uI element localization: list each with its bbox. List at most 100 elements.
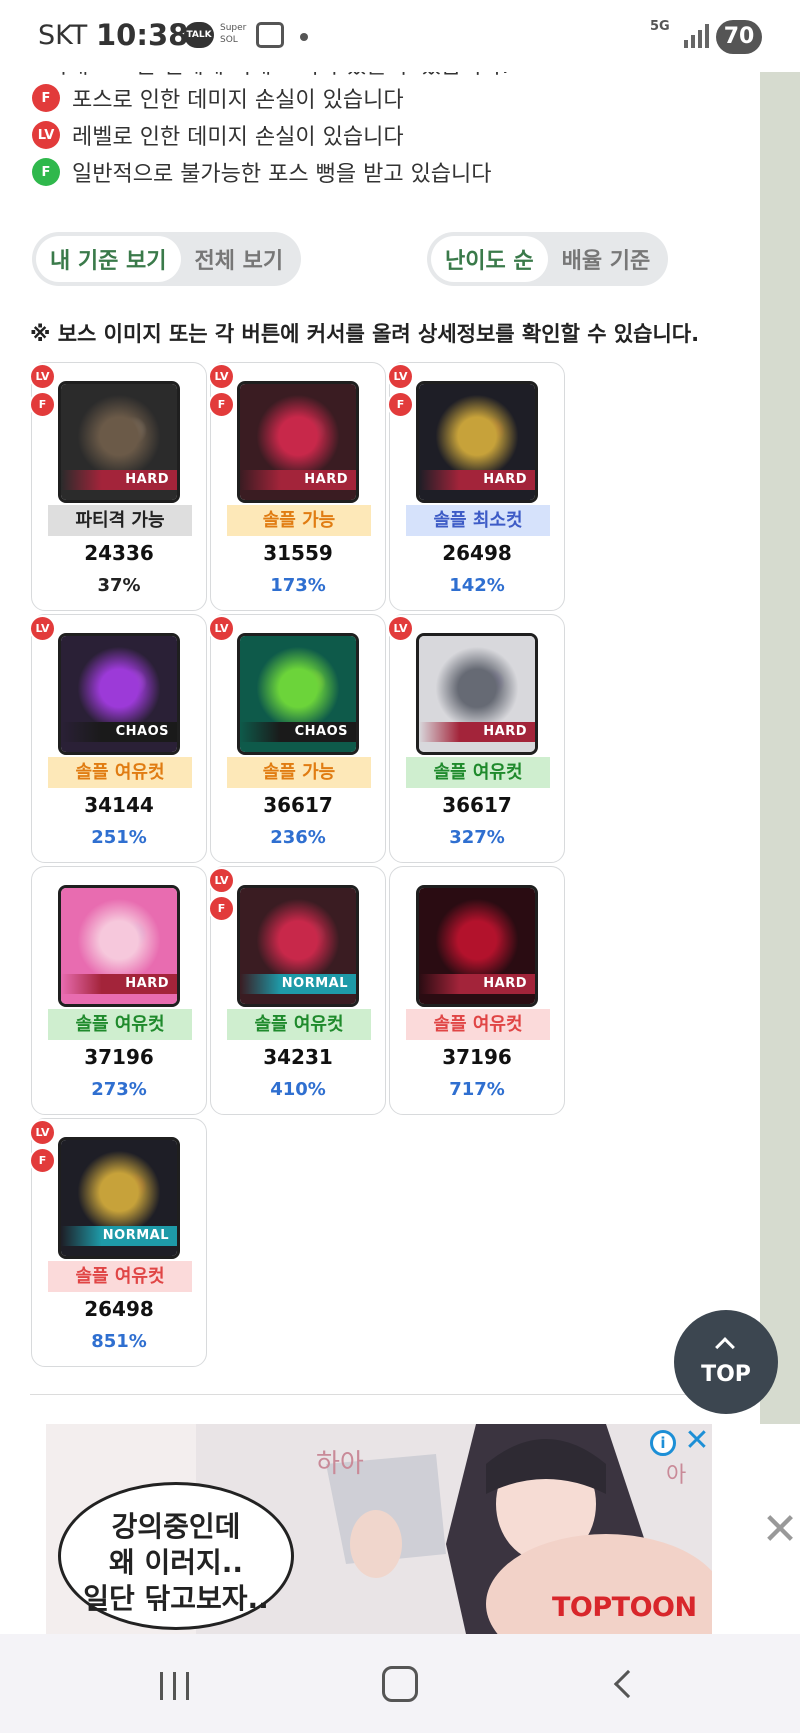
boss-card[interactable]: HARD 솔플 최소컷 26498 142% LV F: [387, 362, 565, 611]
boss-card[interactable]: HARD 솔플 가능 31559 173% LV F: [208, 362, 386, 611]
boss-percent: 142%: [449, 575, 505, 596]
ad-speech-bubble: 강의중인데 왜 이러지.. 일단 닦고보자..: [58, 1482, 294, 1630]
boss-card[interactable]: NORMAL 솔플 여유컷 34231 410% LV F: [208, 866, 386, 1115]
boss-image[interactable]: HARD: [416, 633, 538, 755]
difficulty-label: HARD: [483, 976, 527, 991]
level-penalty-badge-icon: LV: [29, 615, 56, 642]
boss-card[interactable]: HARD 솔플 여유컷 37196 273%: [31, 866, 207, 1115]
force-penalty-badge-icon: F: [208, 391, 235, 418]
level-penalty-badge-icon: LV: [29, 1119, 56, 1146]
my-view-button[interactable]: 내 기준 보기: [36, 236, 181, 282]
notification-dot-icon: [300, 33, 308, 41]
force-badge-icon: F: [32, 84, 60, 112]
legend-item-force-boost: F 일반적으로 불가능한 포스 뻥을 받고 있습니다: [32, 156, 492, 188]
boss-value: 34231: [263, 1045, 333, 1069]
difficulty-label: HARD: [304, 472, 348, 487]
boss-image[interactable]: NORMAL: [58, 1137, 180, 1259]
sort-multiplier-button[interactable]: 배율 기준: [548, 236, 665, 282]
boss-image[interactable]: HARD: [237, 381, 359, 503]
boss-image[interactable]: HARD: [416, 381, 538, 503]
boss-image[interactable]: CHAOS: [237, 633, 359, 755]
legend-text: 포스로 인한 데미지 손실이 있습니다: [72, 88, 404, 113]
boss-percent: 327%: [449, 827, 505, 848]
ad-bubble-line: 일단 닦고보자..: [83, 1582, 269, 1615]
boss-card[interactable]: NORMAL 솔플 여유컷 26498 851% LV F: [29, 1118, 207, 1367]
status-bar: SKT 10:38 TALK Super SOL 5G 70: [0, 0, 800, 72]
boss-image[interactable]: NORMAL: [237, 885, 359, 1007]
clear-status-button[interactable]: 솔플 여유컷: [227, 1009, 371, 1040]
difficulty-label: HARD: [125, 976, 169, 991]
ad-bubble-line: 강의중인데: [111, 1510, 241, 1543]
boss-percent: 173%: [270, 575, 326, 596]
level-penalty-badge-icon: LV: [387, 363, 414, 390]
network-5g-label: 5G: [650, 19, 670, 34]
sort-toggle: 난이도 순 배율 기준: [427, 232, 669, 286]
clear-status-button[interactable]: 솔플 가능: [227, 505, 371, 536]
difficulty-label: HARD: [483, 724, 527, 739]
all-view-button[interactable]: 전체 보기: [181, 236, 298, 282]
force-penalty-badge-icon: F: [387, 391, 414, 418]
top-label: TOP: [701, 1362, 751, 1387]
clear-status-button[interactable]: 솔플 여유컷: [48, 757, 192, 788]
battery-icon: 70: [716, 20, 762, 54]
clear-status-button[interactable]: 솔플 여유컷: [48, 1261, 192, 1292]
legend-item-level: LV 레벨로 인한 데미지 손실이 있습니다: [32, 119, 404, 151]
scroll-top-button[interactable]: TOP: [674, 1310, 778, 1414]
svg-text:아: 아: [666, 1463, 686, 1488]
recents-icon[interactable]: [160, 1672, 192, 1700]
clear-status-button[interactable]: 솔플 최소컷: [406, 505, 550, 536]
force-penalty-badge-icon: F: [29, 1147, 56, 1174]
boss-image[interactable]: HARD: [58, 885, 180, 1007]
ad-banner[interactable]: 하아 아 강의중인데 왜 이러지.. 일단 닦고보자.. TOPTOON i ✕: [46, 1424, 712, 1634]
boss-value: 34144: [84, 793, 154, 817]
clear-status-button[interactable]: 솔플 여유컷: [406, 757, 550, 788]
home-icon[interactable]: [382, 1666, 418, 1702]
clear-status-button[interactable]: 솔플 가능: [227, 757, 371, 788]
signal-icon: [684, 24, 710, 48]
level-penalty-badge-icon: LV: [208, 615, 235, 642]
super-sol-icon: Super SOL: [220, 23, 247, 45]
force-penalty-badge-icon: F: [208, 895, 235, 922]
boss-value: 37196: [84, 1045, 154, 1069]
boss-card[interactable]: HARD 파티격 가능 24336 37% LV F: [29, 362, 207, 611]
clear-status-button[interactable]: 솔플 여유컷: [48, 1009, 192, 1040]
legend-text: 레벨로 인한 데미지 손실이 있습니다: [72, 125, 404, 150]
boss-value: 24336: [84, 541, 154, 565]
difficulty-label: CHAOS: [294, 724, 348, 739]
boss-percent: 37%: [97, 575, 141, 596]
level-penalty-badge-icon: LV: [29, 363, 56, 390]
boss-value: 36617: [442, 793, 512, 817]
clear-status-button[interactable]: 파티격 가능: [48, 505, 192, 536]
boss-card[interactable]: CHAOS 솔플 여유컷 34144 251% LV: [29, 614, 207, 863]
boss-percent: 236%: [270, 827, 326, 848]
boss-image[interactable]: CHAOS: [58, 633, 180, 755]
boss-image[interactable]: HARD: [416, 885, 538, 1007]
difficulty-label: CHAOS: [115, 724, 169, 739]
hover-hint: ※ 보스 이미지 또는 각 버튼에 커서를 올려 상세정보를 확인할 수 있습니…: [30, 322, 700, 346]
boss-percent: 851%: [91, 1331, 147, 1352]
svg-text:하아: 하아: [316, 1449, 364, 1479]
boss-card[interactable]: HARD 솔플 여유컷 37196 717%: [389, 866, 565, 1115]
info-icon[interactable]: i: [650, 1430, 676, 1456]
sort-difficulty-button[interactable]: 난이도 순: [431, 236, 548, 282]
talk-icon: TALK: [184, 22, 214, 48]
page-scrollbar[interactable]: [760, 62, 800, 1424]
view-toggle: 내 기준 보기 전체 보기: [32, 232, 302, 286]
boss-percent: 410%: [270, 1079, 326, 1100]
boss-percent: 717%: [449, 1079, 505, 1100]
boss-percent: 273%: [91, 1079, 147, 1100]
back-icon[interactable]: [613, 1669, 643, 1699]
close-icon[interactable]: ✕: [682, 1426, 712, 1456]
force-boost-badge-icon: F: [32, 158, 60, 186]
clock: 10:38: [96, 18, 189, 52]
level-penalty-badge-icon: LV: [208, 363, 235, 390]
boss-image[interactable]: HARD: [58, 381, 180, 503]
boss-card[interactable]: HARD 솔플 여유컷 36617 327% LV: [387, 614, 565, 863]
boss-value: 26498: [84, 1297, 154, 1321]
boss-value: 31559: [263, 541, 333, 565]
boss-card[interactable]: CHAOS 솔플 가능 36617 236% LV: [208, 614, 386, 863]
ad-dismiss-icon[interactable]: ✕: [760, 1506, 800, 1554]
clear-status-button[interactable]: 솔플 여유컷: [406, 1009, 550, 1040]
ad-brand-logo: TOPTOON: [552, 1592, 697, 1623]
boss-value: 26498: [442, 541, 512, 565]
